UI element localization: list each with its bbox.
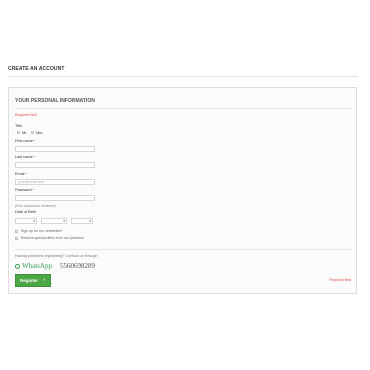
first-name-input[interactable] xyxy=(15,146,95,152)
help-text: Having problems registering? Contact us … xyxy=(15,254,98,258)
whatsapp-brand: WhatsApp xyxy=(22,262,52,270)
password-input[interactable] xyxy=(15,195,95,201)
radio-mrs-label: Mrs. xyxy=(36,131,44,135)
dob-year-select[interactable]: - ▾ xyxy=(71,218,93,224)
chevron-right-icon: › xyxy=(43,277,45,283)
password-hint: (Five characters minimum) xyxy=(15,204,57,208)
form-heading-divider xyxy=(15,108,352,109)
required-field-note-bottom: Required field xyxy=(329,278,351,282)
title-divider xyxy=(8,76,358,77)
email-label: Email * xyxy=(15,172,28,176)
dob-month-select[interactable]: - ▾ xyxy=(41,218,67,224)
form-heading: YOUR PERSONAL INFORMATION xyxy=(15,98,95,104)
chevron-down-icon: ▾ xyxy=(89,219,91,223)
whatsapp-contact[interactable]: WhatsApp 5560698289 xyxy=(15,262,95,270)
register-button[interactable]: Register › xyxy=(15,274,51,287)
whatsapp-icon xyxy=(15,263,20,269)
newsletter-checkbox[interactable] xyxy=(15,230,18,233)
page-title: CREATE AN ACCOUNT xyxy=(8,66,65,72)
last-name-input[interactable] xyxy=(15,162,95,168)
register-button-label: Register xyxy=(20,278,39,283)
radio-mr-label: Mr. xyxy=(22,131,28,135)
offers-label: Receive special offers from our partners… xyxy=(21,236,84,240)
password-label: Password * xyxy=(15,188,35,192)
required-field-note: Required field xyxy=(15,113,37,117)
last-name-label: Last name * xyxy=(15,155,36,159)
chevron-down-icon: ▾ xyxy=(63,219,65,223)
bottom-divider xyxy=(15,249,352,250)
offers-checkbox[interactable] xyxy=(15,237,18,240)
first-name-label: First name * xyxy=(15,139,36,143)
email-input[interactable]: your@email.com xyxy=(15,179,95,185)
chevron-down-icon: ▾ xyxy=(33,219,35,223)
whatsapp-number: 5560698289 xyxy=(59,262,95,270)
dob-label: Date of Birth xyxy=(15,210,37,214)
title-label: Title xyxy=(15,124,23,128)
dob-day-select[interactable]: - ▾ xyxy=(15,218,37,224)
radio-mrs[interactable] xyxy=(31,131,34,134)
newsletter-label: Sign up for our newsletter! xyxy=(21,229,62,233)
radio-mr[interactable] xyxy=(17,131,20,134)
personal-info-form: YOUR PERSONAL INFORMATION Required field… xyxy=(8,87,357,294)
